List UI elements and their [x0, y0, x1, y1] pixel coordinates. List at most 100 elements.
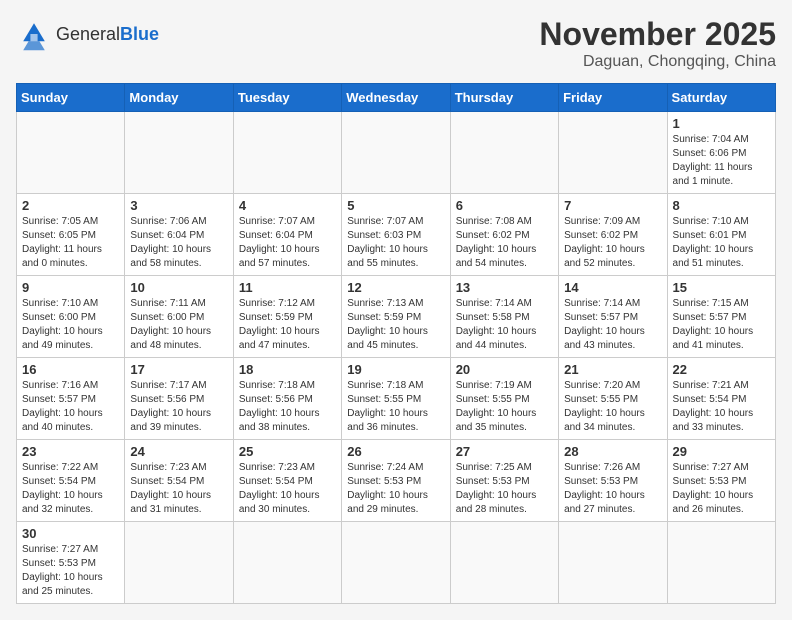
title-block: November 2025 Daguan, Chongqing, China [539, 16, 776, 71]
day-info: Sunrise: 7:27 AM Sunset: 5:53 PM Dayligh… [22, 543, 119, 599]
calendar-cell: 15 Sunrise: 7:15 AM Sunset: 5:57 PM Dayli… [667, 276, 775, 358]
calendar-subtitle: Daguan, Chongqing, China [539, 53, 776, 71]
calendar-cell [125, 112, 233, 194]
day-info: Sunrise: 7:24 AM Sunset: 5:53 PM Dayligh… [347, 461, 444, 517]
col-tuesday: Tuesday [233, 84, 341, 112]
day-number: 4 [239, 198, 336, 213]
day-number: 6 [456, 198, 553, 213]
col-monday: Monday [125, 84, 233, 112]
day-number: 15 [673, 280, 770, 295]
day-number: 5 [347, 198, 444, 213]
calendar-cell: 13 Sunrise: 7:14 AM Sunset: 5:58 PM Dayli… [450, 276, 558, 358]
day-info: Sunrise: 7:14 AM Sunset: 5:58 PM Dayligh… [456, 297, 553, 353]
calendar-cell [559, 522, 667, 604]
calendar-week-3: 9 Sunrise: 7:10 AM Sunset: 6:00 PM Daylig… [17, 276, 776, 358]
day-number: 21 [564, 362, 661, 377]
day-number: 22 [673, 362, 770, 377]
day-number: 26 [347, 444, 444, 459]
calendar-week-1: 1 Sunrise: 7:04 AM Sunset: 6:06 PM Daylig… [17, 112, 776, 194]
day-info: Sunrise: 7:21 AM Sunset: 5:54 PM Dayligh… [673, 379, 770, 435]
day-info: Sunrise: 7:08 AM Sunset: 6:02 PM Dayligh… [456, 215, 553, 271]
calendar-cell: 28Sunrise: 7:26 AM Sunset: 5:53 PM Dayli… [559, 440, 667, 522]
calendar-cell [450, 522, 558, 604]
calendar-week-4: 16Sunrise: 7:16 AM Sunset: 5:57 PM Dayli… [17, 358, 776, 440]
calendar-cell: 8 Sunrise: 7:10 AM Sunset: 6:01 PM Daylig… [667, 194, 775, 276]
calendar-week-6: 30 Sunrise: 7:27 AM Sunset: 5:53 PM Dayli… [17, 522, 776, 604]
day-info: Sunrise: 7:05 AM Sunset: 6:05 PM Dayligh… [22, 215, 119, 271]
day-info: Sunrise: 7:15 AM Sunset: 5:57 PM Dayligh… [673, 297, 770, 353]
day-info: Sunrise: 7:10 AM Sunset: 6:01 PM Dayligh… [673, 215, 770, 271]
day-number: 25 [239, 444, 336, 459]
col-saturday: Saturday [667, 84, 775, 112]
calendar-cell [17, 112, 125, 194]
calendar-cell: 20 Sunrise: 7:19 AM Sunset: 5:55 PM Dayli… [450, 358, 558, 440]
day-number: 13 [456, 280, 553, 295]
calendar-cell: 27 Sunrise: 7:25 AM Sunset: 5:53 PM Dayli… [450, 440, 558, 522]
day-number: 8 [673, 198, 770, 213]
calendar-cell: 29Sunrise: 7:27 AM Sunset: 5:53 PM Dayli… [667, 440, 775, 522]
day-info: Sunrise: 7:07 AM Sunset: 6:03 PM Dayligh… [347, 215, 444, 271]
day-info: Sunrise: 7:23 AM Sunset: 5:54 PM Dayligh… [130, 461, 227, 517]
day-number: 20 [456, 362, 553, 377]
calendar-cell [450, 112, 558, 194]
calendar-cell [559, 112, 667, 194]
calendar-cell [125, 522, 233, 604]
calendar-cell: 18 Sunrise: 7:18 AM Sunset: 5:56 PM Dayli… [233, 358, 341, 440]
calendar-cell: 10Sunrise: 7:11 AM Sunset: 6:00 PM Dayli… [125, 276, 233, 358]
logo: GeneralBlue [16, 16, 159, 52]
col-thursday: Thursday [450, 84, 558, 112]
calendar-cell: 22 Sunrise: 7:21 AM Sunset: 5:54 PM Dayli… [667, 358, 775, 440]
day-info: Sunrise: 7:23 AM Sunset: 5:54 PM Dayligh… [239, 461, 336, 517]
calendar-cell: 6 Sunrise: 7:08 AM Sunset: 6:02 PM Daylig… [450, 194, 558, 276]
day-info: Sunrise: 7:22 AM Sunset: 5:54 PM Dayligh… [22, 461, 119, 517]
day-number: 1 [673, 116, 770, 131]
day-number: 24 [130, 444, 227, 459]
logo-icon [16, 16, 52, 52]
header: GeneralBlue November 2025 Daguan, Chongq… [16, 16, 776, 71]
calendar-cell: 12Sunrise: 7:13 AM Sunset: 5:59 PM Dayli… [342, 276, 450, 358]
calendar-cell: 14 Sunrise: 7:14 AM Sunset: 5:57 PM Dayli… [559, 276, 667, 358]
day-info: Sunrise: 7:04 AM Sunset: 6:06 PM Dayligh… [673, 133, 770, 189]
calendar-cell: 21 Sunrise: 7:20 AM Sunset: 5:55 PM Dayli… [559, 358, 667, 440]
calendar-cell: 4 Sunrise: 7:07 AM Sunset: 6:04 PM Daylig… [233, 194, 341, 276]
col-sunday: Sunday [17, 84, 125, 112]
day-info: Sunrise: 7:18 AM Sunset: 5:55 PM Dayligh… [347, 379, 444, 435]
day-number: 18 [239, 362, 336, 377]
day-info: Sunrise: 7:19 AM Sunset: 5:55 PM Dayligh… [456, 379, 553, 435]
day-info: Sunrise: 7:25 AM Sunset: 5:53 PM Dayligh… [456, 461, 553, 517]
col-friday: Friday [559, 84, 667, 112]
day-number: 19 [347, 362, 444, 377]
day-info: Sunrise: 7:18 AM Sunset: 5:56 PM Dayligh… [239, 379, 336, 435]
day-number: 28 [564, 444, 661, 459]
calendar-cell [342, 112, 450, 194]
calendar-week-2: 2Sunrise: 7:05 AM Sunset: 6:05 PM Daylig… [17, 194, 776, 276]
calendar-title: November 2025 [539, 16, 776, 53]
day-number: 11 [239, 280, 336, 295]
calendar-cell: 17Sunrise: 7:17 AM Sunset: 5:56 PM Dayli… [125, 358, 233, 440]
day-info: Sunrise: 7:09 AM Sunset: 6:02 PM Dayligh… [564, 215, 661, 271]
calendar-cell: 9 Sunrise: 7:10 AM Sunset: 6:00 PM Daylig… [17, 276, 125, 358]
day-info: Sunrise: 7:27 AM Sunset: 5:53 PM Dayligh… [673, 461, 770, 517]
day-number: 27 [456, 444, 553, 459]
calendar-cell: 26 Sunrise: 7:24 AM Sunset: 5:53 PM Dayli… [342, 440, 450, 522]
day-info: Sunrise: 7:10 AM Sunset: 6:00 PM Dayligh… [22, 297, 119, 353]
calendar-cell: 1 Sunrise: 7:04 AM Sunset: 6:06 PM Daylig… [667, 112, 775, 194]
calendar-cell [342, 522, 450, 604]
day-number: 14 [564, 280, 661, 295]
day-number: 16 [22, 362, 119, 377]
day-number: 9 [22, 280, 119, 295]
day-number: 30 [22, 526, 119, 541]
day-info: Sunrise: 7:14 AM Sunset: 5:57 PM Dayligh… [564, 297, 661, 353]
calendar-cell: 23Sunrise: 7:22 AM Sunset: 5:54 PM Dayli… [17, 440, 125, 522]
day-info: Sunrise: 7:07 AM Sunset: 6:04 PM Dayligh… [239, 215, 336, 271]
calendar-cell: 2Sunrise: 7:05 AM Sunset: 6:05 PM Daylig… [17, 194, 125, 276]
calendar-cell: 30 Sunrise: 7:27 AM Sunset: 5:53 PM Dayli… [17, 522, 125, 604]
calendar-header-row: Sunday Monday Tuesday Wednesday Thursday… [17, 84, 776, 112]
calendar-cell: 11Sunrise: 7:12 AM Sunset: 5:59 PM Dayli… [233, 276, 341, 358]
day-info: Sunrise: 7:11 AM Sunset: 6:00 PM Dayligh… [130, 297, 227, 353]
calendar-cell [667, 522, 775, 604]
day-info: Sunrise: 7:20 AM Sunset: 5:55 PM Dayligh… [564, 379, 661, 435]
calendar-cell [233, 112, 341, 194]
calendar-cell: 16Sunrise: 7:16 AM Sunset: 5:57 PM Dayli… [17, 358, 125, 440]
logo-blue: Blue [120, 24, 159, 44]
